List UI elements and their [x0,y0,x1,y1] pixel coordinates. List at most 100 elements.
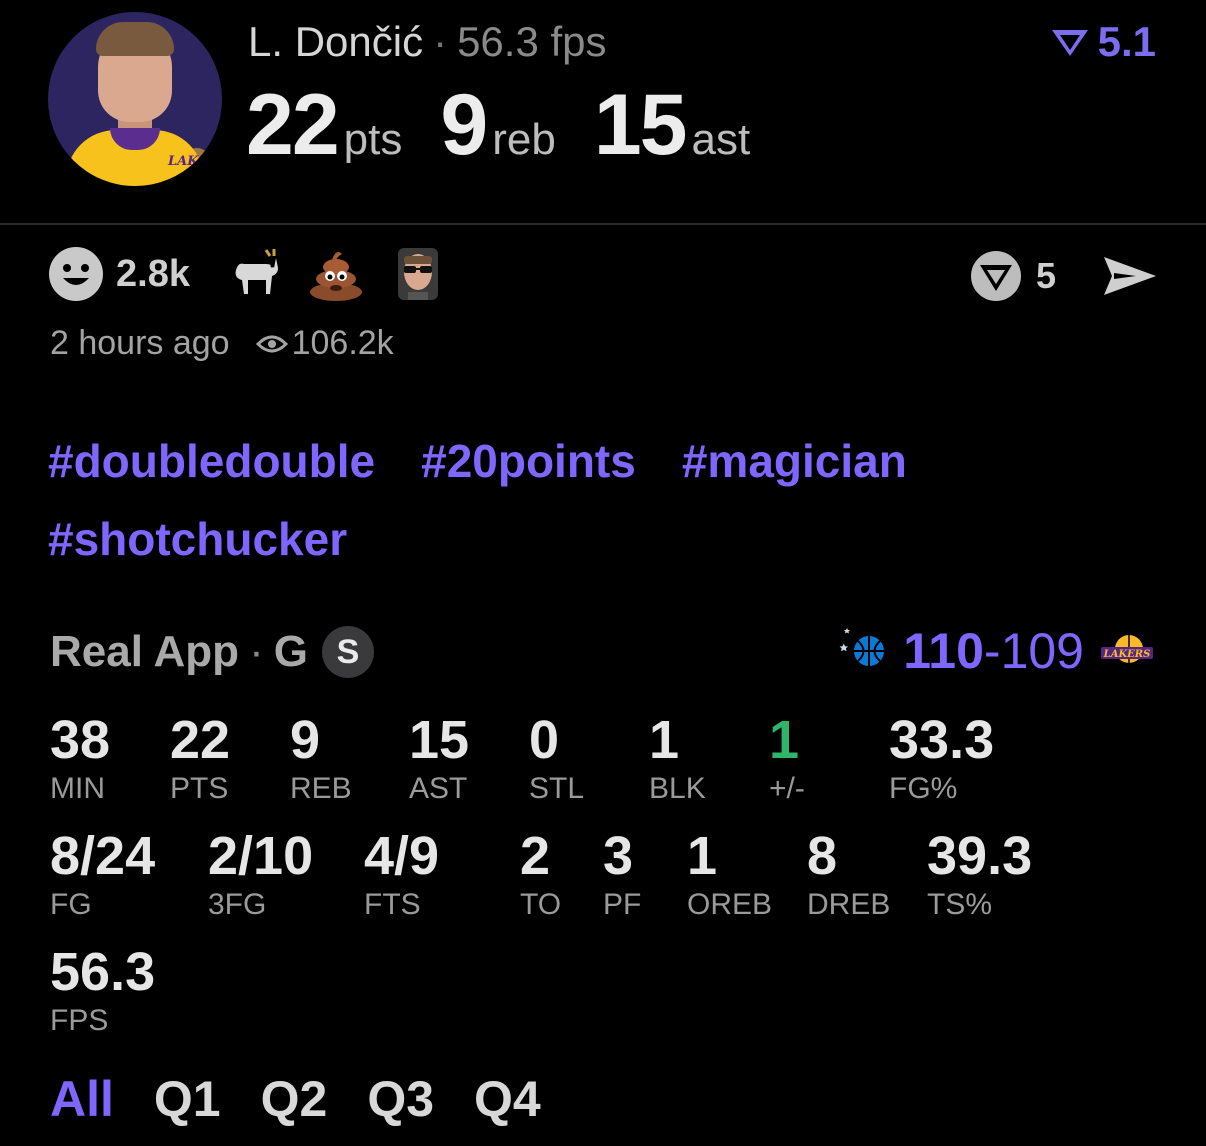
vote-badge-icon[interactable] [970,250,1022,302]
post-meta: 2 hours ago 106.2k [50,324,394,363]
stat-pf: 3 PF [603,826,641,922]
stat-label: PF [603,888,642,921]
stat-value: 4/9 [364,826,440,886]
stat-value: 0 [529,710,560,770]
stat-value: 1 [649,710,680,770]
tab-all[interactable]: All [50,1070,114,1128]
stat-label: FPS [50,1004,109,1037]
stat-value: 56.3 [50,942,156,1002]
reb-label: reb [492,115,556,164]
game-source: Real App · G S [50,626,374,678]
player-line: L. Dončić · 56.3 fps [248,18,607,66]
eye-icon [255,335,288,352]
hashtag[interactable]: #magician [682,422,907,500]
stat-value: 1 [687,826,718,886]
score-dash: - [983,623,1001,679]
stat-label: FG% [889,772,958,805]
source-label[interactable]: Real App [50,627,239,677]
stat-value: 1 [769,710,800,770]
player-sunglasses-emoji-icon[interactable] [390,246,446,302]
stat-label: TO [520,888,562,921]
v-logo-icon [1051,30,1088,56]
stat-value: 33.3 [889,710,995,770]
tab-q2[interactable]: Q2 [261,1070,328,1128]
send-icon[interactable] [1100,251,1160,301]
magic-logo-icon [839,628,885,666]
stat-oreb: 1 OREB [687,826,772,922]
starter-badge: S [321,626,374,678]
stat-dreb: 8 DREB [807,826,890,922]
poop-emoji-icon[interactable] [308,246,364,302]
stat-fg-pct: 33.3 FG% [889,710,994,806]
hashtag[interactable]: #doubledouble [48,422,375,500]
stat-label: +/- [769,772,805,805]
score: 110-109 [903,622,1084,680]
stat-value: 2/10 [208,826,314,886]
lakers-logo-icon: LAKERS [168,148,222,176]
stat-reb: 9 REB [290,710,352,806]
time-ago: 2 hours ago [50,324,230,362]
lakers-logo-icon: LAKERS [1101,635,1153,663]
pts-label: pts [343,115,403,164]
stat-3fg: 2/10 3FG [208,826,313,922]
headline-stats: 22 pts 9 reb 15 ast [246,76,788,175]
stat-value: 8 [807,826,838,886]
stat-fts: 4/9 FTS [364,826,439,922]
pts-value: 22 [246,77,340,173]
stat-fps: 56.3 FPS [50,942,155,1038]
stat-stl: 0 STL [529,710,584,806]
stat-value: 2 [520,826,551,886]
player-fps: 56.3 fps [457,18,607,65]
stat-label: PTS [170,772,229,805]
hashtag[interactable]: #20points [421,422,636,500]
score-team-b: 109 [1000,623,1084,679]
quarter-tabs: All Q1 Q2 Q3 Q4 [50,1070,581,1128]
position-label: G [273,627,308,676]
stat-value: 39.3 [927,826,1033,886]
hair-shape [96,22,174,56]
rating-badge[interactable]: 5.1 [1050,18,1156,66]
stat-label: 3FG [208,888,267,921]
rating-value: 5.1 [1097,18,1156,65]
stat-value: 3 [603,826,634,886]
reb-value: 9 [440,77,488,173]
stat-fg: 8/24 FG [50,826,155,922]
stat-label: REB [290,772,352,805]
post-actions: 5 [970,250,1160,302]
ast-value: 15 [593,77,688,173]
game-score[interactable]: 110-109 LAKERS [837,622,1156,680]
stat-ast: 15 AST [409,710,469,806]
player-name[interactable]: L. Dončić [248,18,423,65]
stat-value: 9 [290,710,321,770]
stat-blk: 1 BLK [649,710,706,806]
stat-ts-pct: 39.3 TS% [927,826,1032,922]
smiley-icon[interactable] [48,246,104,302]
stat-label: FG [50,888,92,921]
stat-value: 8/24 [50,826,156,886]
tab-q4[interactable]: Q4 [474,1070,541,1128]
goat-emoji-icon[interactable] [226,246,282,302]
stat-value: 38 [50,710,111,770]
stat-plus-minus: 1 +/- [769,710,805,806]
stat-label: AST [409,772,468,805]
tab-q3[interactable]: Q3 [367,1070,434,1128]
stat-label: FTS [364,888,421,921]
reaction-count[interactable]: 2.8k [116,253,190,296]
header-divider [0,223,1206,225]
player-avatar[interactable]: LAKERS [48,12,222,186]
stat-to: 2 TO [520,826,561,922]
tab-q1[interactable]: Q1 [154,1070,221,1128]
stat-value: 22 [170,710,231,770]
separator-dot: · [249,627,264,676]
stat-label: TS% [927,888,993,921]
hashtag[interactable]: #shotchucker [48,500,347,578]
stat-label: STL [529,772,585,805]
view-count: 106.2k [291,324,394,362]
stat-min: 38 MIN [50,710,110,806]
reaction-bar: 2.8k [48,246,472,302]
stat-label: DREB [807,888,891,921]
hashtag-list: #doubledouble #20points #magician #shotchuc… [48,422,1158,578]
stat-pts: 22 PTS [170,710,230,806]
ast-label: ast [691,115,751,164]
separator-dot: · [433,18,448,65]
